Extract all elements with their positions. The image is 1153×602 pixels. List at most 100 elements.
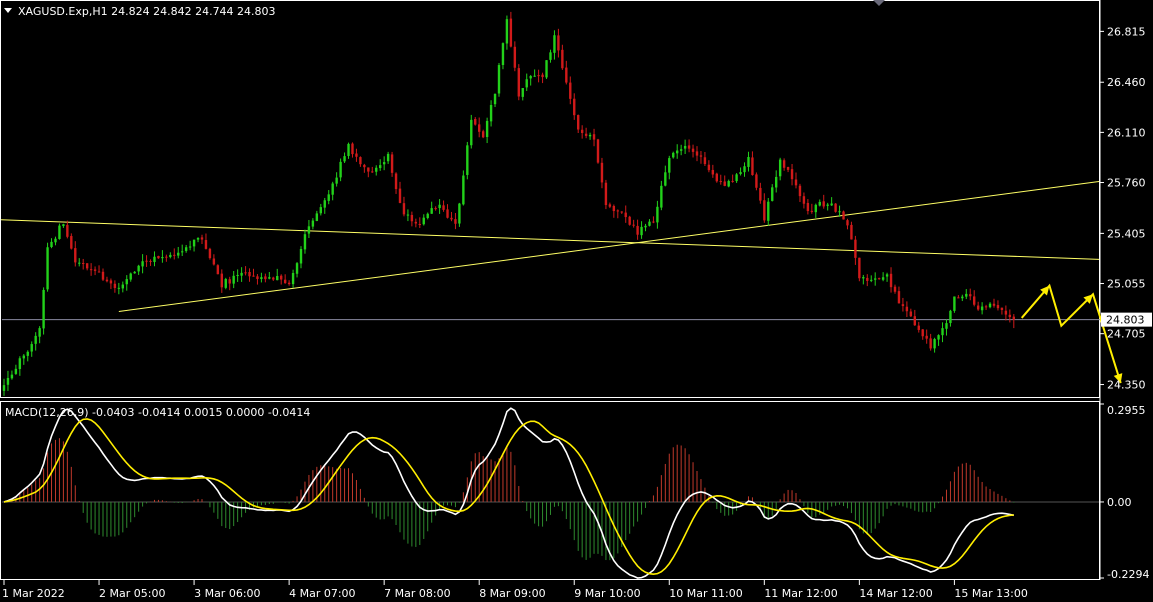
candle-body: [125, 279, 128, 285]
candle-body: [371, 171, 374, 173]
candle-body: [66, 224, 69, 237]
candle-body: [446, 209, 449, 218]
trading-chart[interactable]: 26.815 26.460 26.110 25.760 25.405 25.055 24.7…: [0, 0, 1153, 602]
candle-body: [640, 226, 643, 236]
candle-body: [778, 159, 782, 177]
candle-body: [636, 225, 639, 235]
candle-body: [70, 236, 73, 249]
candle-body: [806, 202, 810, 212]
candle-body: [177, 252, 180, 256]
candle-body: [573, 98, 576, 116]
candle-body: [945, 323, 948, 329]
candle-body: [905, 306, 909, 312]
candle-body: [1000, 307, 1004, 310]
candle-body: [767, 201, 770, 221]
candle-body: [311, 220, 315, 227]
candle-body: [668, 158, 671, 173]
candle-body: [925, 335, 928, 339]
candle-body: [679, 149, 683, 151]
time-tick-label: 1 Mar 2022: [2, 587, 65, 600]
candle-body: [85, 263, 89, 269]
candle-body: [485, 120, 489, 138]
candle-body: [656, 206, 659, 223]
candle-body: [537, 75, 540, 77]
candle-body: [418, 223, 421, 225]
candle-body: [719, 181, 722, 183]
candle-body: [644, 225, 647, 228]
candle-body: [283, 279, 287, 284]
candle-body: [842, 211, 845, 220]
candle-body: [648, 221, 651, 226]
candle-body: [699, 155, 703, 157]
bear-candle: [834, 203, 837, 213]
bull-candle: [46, 242, 49, 292]
candle-body: [826, 204, 829, 206]
bear-candle: [604, 179, 608, 210]
candle-body: [474, 119, 477, 125]
candle-body: [973, 296, 976, 305]
candle-body: [149, 260, 152, 262]
candle-body: [980, 306, 984, 311]
candle-body: [632, 224, 635, 226]
candle-body: [517, 68, 520, 97]
candle-body: [862, 277, 865, 279]
candle-body: [786, 167, 790, 170]
candle-body: [169, 254, 172, 258]
candle-body: [450, 217, 453, 220]
candle-body: [50, 241, 53, 248]
candle-body: [430, 208, 433, 214]
candle-body: [375, 167, 378, 172]
candle-body: [137, 265, 140, 272]
candle-body: [386, 153, 390, 162]
time-tick-label: 10 Mar 11:00: [669, 587, 742, 600]
candle-body: [1008, 314, 1012, 318]
candle-body: [763, 200, 766, 221]
candle-body: [6, 377, 10, 385]
candle-body: [620, 211, 623, 213]
bull-candle: [953, 296, 956, 313]
candle-body: [319, 207, 322, 214]
candle-body: [157, 255, 160, 259]
candle-body: [196, 238, 200, 240]
candle-body: [208, 248, 212, 259]
candle-body: [735, 174, 738, 182]
candle-body: [470, 119, 473, 146]
candle-body: [652, 221, 655, 223]
candle-body: [224, 278, 227, 288]
candle-body: [335, 177, 338, 184]
candle-body: [181, 251, 184, 253]
candle-body: [489, 105, 493, 122]
candle-body: [347, 143, 350, 156]
candle-body: [165, 256, 168, 258]
candle-body: [117, 287, 121, 289]
candle-body: [660, 185, 663, 208]
candle-body: [901, 304, 905, 307]
candle-body: [78, 262, 81, 264]
candle-body: [145, 260, 148, 262]
candle-body: [798, 185, 802, 197]
candle-body: [937, 335, 940, 340]
candle-body: [513, 46, 517, 68]
candle-body: [26, 351, 29, 356]
bull-candle: [224, 277, 227, 290]
candle-body: [608, 204, 612, 207]
candle-body: [881, 277, 885, 280]
candle-body: [683, 145, 687, 149]
candle-body: [414, 221, 418, 224]
bear-candle: [596, 138, 600, 164]
candle-body: [466, 145, 469, 175]
candle-body: [929, 338, 932, 349]
candle-body: [18, 358, 22, 369]
price-tick-label: 26.110: [1107, 126, 1146, 139]
candle-body: [406, 214, 410, 216]
candle-body: [323, 200, 326, 208]
bull-candle: [497, 62, 501, 97]
candle-body: [533, 75, 536, 77]
candle-body: [858, 257, 861, 279]
candle-body: [173, 254, 176, 256]
candle-body: [727, 180, 730, 187]
candle-body: [268, 277, 271, 279]
candle-body: [834, 203, 837, 212]
price-tick-label: 24.705: [1107, 328, 1146, 341]
time-tick-label: 4 Mar 07:00: [289, 587, 355, 600]
